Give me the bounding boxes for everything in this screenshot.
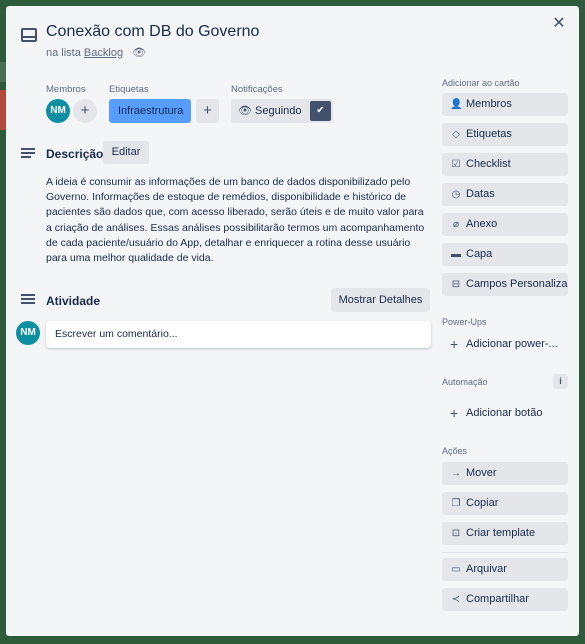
move-label: Mover <box>466 467 497 479</box>
arrow-right-icon: → <box>451 468 461 479</box>
share-icon: ≺ <box>451 594 461 605</box>
sidebar-custom-fields-button[interactable]: ⊟ Campos Personaliza... <box>442 273 568 296</box>
clock-icon: ◷ <box>451 189 461 200</box>
list-prefix: na lista <box>46 47 81 59</box>
plus-icon: + <box>450 405 459 421</box>
archive-button[interactable]: ▭ Arquivar <box>442 558 568 581</box>
card-title[interactable]: Conexão com DB do Governo <box>46 23 259 41</box>
list-link[interactable]: Backlog <box>84 47 123 59</box>
copy-button[interactable]: ❐ Copiar <box>442 492 568 515</box>
actions-heading: Ações <box>442 446 468 456</box>
sidebar-checklist-button[interactable]: ☑ Checklist <box>442 153 568 176</box>
add-member-button[interactable]: + <box>73 99 97 123</box>
info-icon[interactable]: i <box>553 374 568 389</box>
add-label-button[interactable]: + <box>196 99 219 123</box>
paperclip-icon: ⌀ <box>452 219 460 230</box>
sidebar-members-label: Membros <box>466 98 512 110</box>
avatar[interactable]: NM <box>46 99 70 123</box>
sidebar-cover-label: Capa <box>466 248 493 260</box>
move-button[interactable]: → Mover <box>442 462 568 485</box>
show-details-button[interactable]: Mostrar Detalhes <box>331 288 430 312</box>
sidebar-dates-button[interactable]: ◷ Datas <box>442 183 568 206</box>
archive-icon: ▭ <box>451 564 461 575</box>
create-template-button[interactable]: ⊡ Criar template <box>442 522 568 545</box>
checkmark-icon: ✔ <box>310 101 331 121</box>
create-template-label: Criar template <box>466 527 536 539</box>
sidebar-attachment-label: Anexo <box>466 218 498 230</box>
add-powerup-label: Adicionar power-... <box>466 338 558 350</box>
card-icon <box>21 28 37 42</box>
share-button[interactable]: ≺ Compartilhar <box>442 588 568 611</box>
description-icon <box>21 148 35 160</box>
sidebar-members-button[interactable]: 👤 Membros <box>442 93 568 116</box>
comment-avatar: NM <box>16 321 40 345</box>
custom-fields-icon: ⊟ <box>451 279 461 290</box>
copy-label: Copiar <box>466 497 499 509</box>
activity-icon <box>21 294 35 306</box>
cover-icon: ▬ <box>451 249 461 260</box>
share-label: Compartilhar <box>466 593 529 605</box>
card-list-info: na lista Backlog 👁 <box>46 46 146 59</box>
sidebar-custom-fields-label: Campos Personaliza... <box>466 278 568 290</box>
tag-icon: ◇ <box>452 129 460 140</box>
description-text[interactable]: A ideia é consumir as informações de um … <box>46 175 431 266</box>
checklist-icon: ☑ <box>451 159 461 170</box>
add-powerup-button[interactable]: + Adicionar power-... <box>442 333 568 356</box>
watch-button[interactable]: 👁 Seguindo ✔ <box>231 99 333 123</box>
sidebar-cover-button[interactable]: ▬ Capa <box>442 243 568 266</box>
copy-icon: ❐ <box>451 498 461 509</box>
archive-label: Arquivar <box>466 563 507 575</box>
label-chip[interactable]: Infraestrutura <box>109 99 191 123</box>
sidebar-labels-button[interactable]: ◇ Etiquetas <box>442 123 568 146</box>
sidebar-dates-label: Datas <box>466 188 495 200</box>
divider <box>442 552 568 553</box>
add-to-card-heading: Adicionar ao cartão <box>442 78 520 88</box>
activity-heading: Atividade <box>46 294 101 308</box>
members-label: Membros <box>46 84 86 95</box>
sidebar-attachment-button[interactable]: ⌀ Anexo <box>442 213 568 236</box>
powerups-heading: Power-Ups <box>442 317 487 327</box>
card-detail-modal: ✕ Conexão com DB do Governo na lista Bac… <box>6 6 579 636</box>
description-heading: Descrição <box>46 147 104 161</box>
automation-heading: Automação <box>442 377 488 387</box>
person-icon: 👤 <box>450 99 463 110</box>
template-icon: ⊡ <box>451 528 461 539</box>
sidebar-labels-label: Etiquetas <box>466 128 512 140</box>
sidebar-checklist-label: Checklist <box>466 158 511 170</box>
eye-icon: 👁 <box>238 105 252 117</box>
plus-icon: + <box>450 336 459 352</box>
notifications-label: Notificações <box>231 84 283 95</box>
labels-label: Etiquetas <box>109 84 149 95</box>
comment-input[interactable]: Escrever um comentário... <box>46 321 431 348</box>
add-button-button[interactable]: + Adicionar botão <box>442 402 568 425</box>
edit-description-button[interactable]: Editar <box>103 141 149 164</box>
watch-status: Seguindo <box>255 105 302 117</box>
close-icon[interactable]: ✕ <box>549 14 569 34</box>
watch-eye-icon: 👁 <box>132 47 147 59</box>
add-button-label: Adicionar botão <box>466 407 543 419</box>
